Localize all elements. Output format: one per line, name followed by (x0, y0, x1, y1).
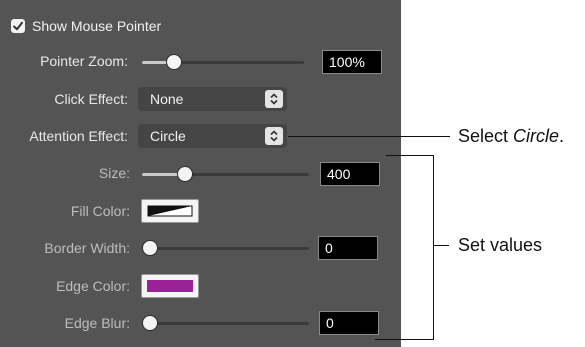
border-width-label: Border Width: (44, 240, 130, 256)
show-mouse-pointer-checkbox[interactable] (11, 19, 25, 33)
edge-color-swatch[interactable] (141, 274, 199, 298)
updown-arrows-icon (265, 90, 283, 108)
fill-color-label: Fill Color: (70, 203, 130, 219)
edge-blur-slider-knob[interactable] (142, 315, 158, 331)
edge-color-label: Edge Color: (56, 278, 130, 294)
size-value-field[interactable]: 400 (320, 162, 380, 186)
gradient-fill-icon (147, 205, 193, 217)
set-values-callout-line (433, 245, 449, 246)
size-label: Size: (98, 165, 130, 181)
pointer-zoom-label: Pointer Zoom: (40, 53, 128, 69)
show-mouse-pointer-label: Show Mouse Pointer (32, 18, 162, 34)
select-circle-callout-line (288, 136, 450, 137)
border-width-slider-track[interactable] (142, 247, 309, 250)
checkmark-icon (13, 21, 23, 31)
edge-blur-value-field[interactable]: 0 (319, 311, 379, 335)
set-values-bracket-bottom (375, 339, 434, 340)
fill-color-swatch[interactable] (141, 199, 199, 223)
cursor-effects-panel: Show Mouse Pointer Pointer Zoom: 100% Cl… (0, 0, 401, 347)
edge-color-chip (147, 280, 193, 292)
edge-blur-slider-track[interactable] (142, 322, 309, 325)
set-values-bracket-vertical (433, 155, 434, 340)
pointer-zoom-value-field[interactable]: 100% (322, 50, 382, 74)
set-values-bracket-top (386, 155, 434, 156)
pointer-zoom-slider-knob[interactable] (166, 54, 183, 70)
click-effect-select[interactable]: None (138, 87, 287, 111)
border-width-slider-knob[interactable] (142, 240, 158, 256)
edge-blur-label: Edge Blur: (64, 315, 130, 331)
border-width-value-field[interactable]: 0 (318, 236, 378, 260)
set-values-annotation: Set values (458, 235, 543, 255)
size-slider-track[interactable] (142, 173, 309, 176)
attention-effect-value: Circle (150, 128, 186, 144)
updown-arrows-icon (265, 127, 283, 145)
size-slider-knob[interactable] (177, 166, 194, 182)
click-effect-label: Click Effect: (54, 91, 128, 107)
select-circle-annotation: Select Circle. (458, 126, 565, 146)
click-effect-value: None (150, 91, 184, 107)
attention-effect-select[interactable]: Circle (138, 124, 287, 148)
attention-effect-label: Attention Effect: (29, 128, 128, 144)
